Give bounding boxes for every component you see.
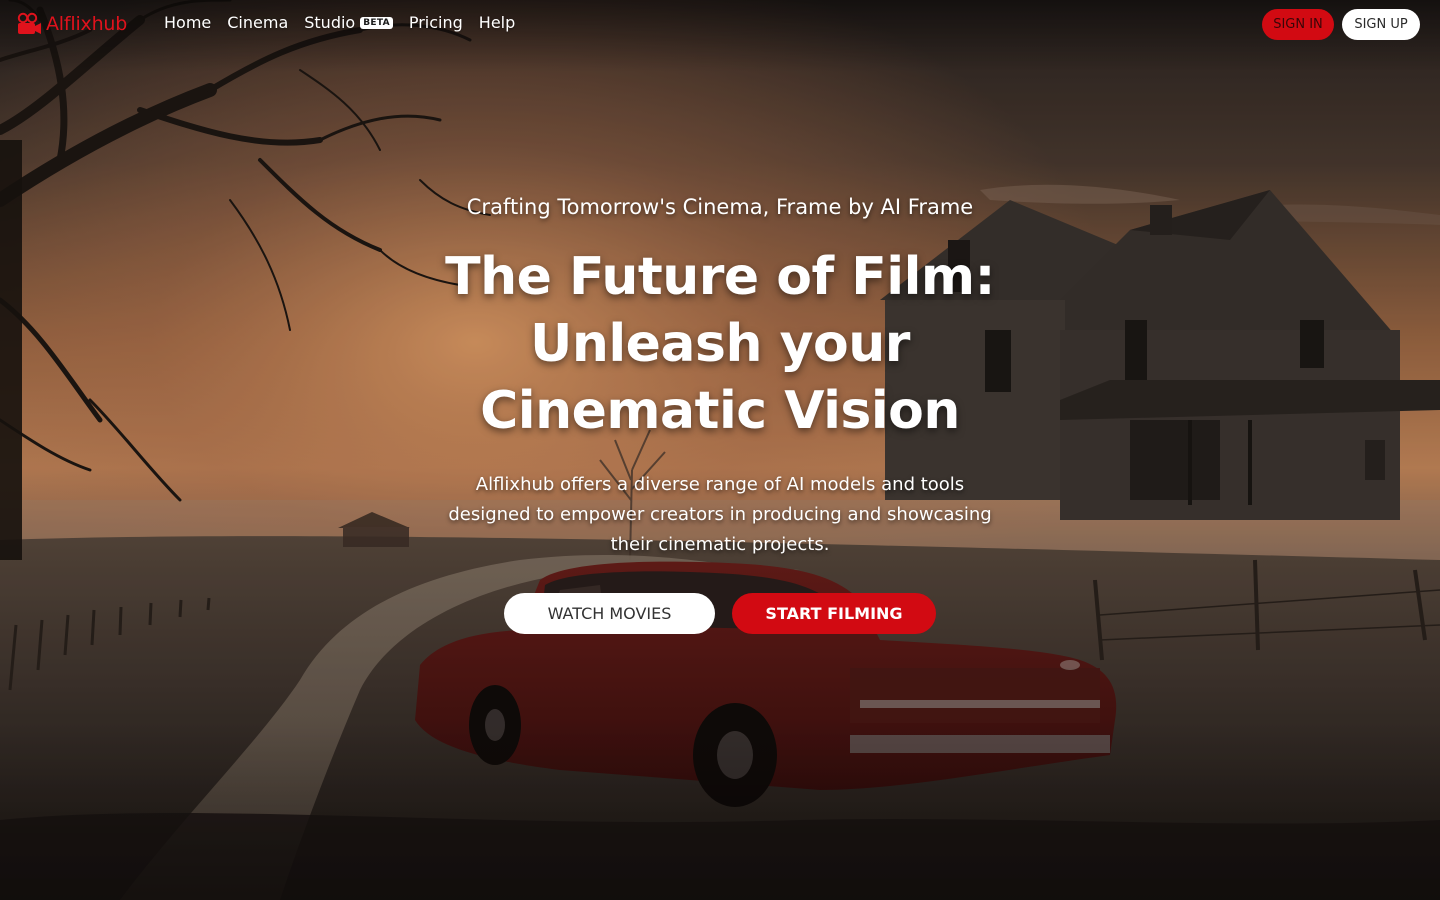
auth-buttons: SIGN IN SIGN UP [1262,9,1420,40]
top-navigation-bar: Alflixhub Home Cinema Studio BETA Pricin… [0,0,1440,48]
hero-section: Crafting Tomorrow's Cinema, Frame by AI … [0,193,1440,634]
hero-headline: The Future of Film: Unleash your Cinemat… [445,247,995,441]
nav-link-label: Pricing [408,13,463,32]
nav-link-help[interactable]: Help [479,13,515,32]
hero-cta-group: WATCH MOVIES START FILMING [0,593,1440,634]
nav-link-studio[interactable]: Studio BETA [304,13,393,32]
film-camera-icon [17,12,41,34]
hero-tagline: Crafting Tomorrow's Cinema, Frame by AI … [466,195,974,219]
hero-description: Alflixhub offers a diverse range of AI m… [448,474,992,555]
sign-in-button[interactable]: SIGN IN [1262,9,1334,40]
nav-link-label: Studio [304,13,356,32]
main-nav: Home Cinema Studio BETA Pricing Help [164,13,515,32]
nav-link-pricing[interactable]: Pricing [409,13,463,32]
nav-link-label: Help [478,13,516,32]
brand-name: Alflixhub [46,13,128,35]
beta-badge: BETA [360,16,393,29]
nav-link-home[interactable]: Home [164,13,211,32]
nav-link-cinema[interactable]: Cinema [227,13,288,32]
watch-movies-button[interactable]: WATCH MOVIES [504,593,715,634]
nav-link-label: Cinema [227,13,289,32]
landing-page: Alflixhub Home Cinema Studio BETA Pricin… [0,0,1440,900]
nav-link-label: Home [164,13,212,32]
start-filming-button[interactable]: START FILMING [732,593,936,634]
sign-up-button[interactable]: SIGN UP [1342,9,1420,40]
brand-logo[interactable]: Alflixhub [16,11,127,37]
